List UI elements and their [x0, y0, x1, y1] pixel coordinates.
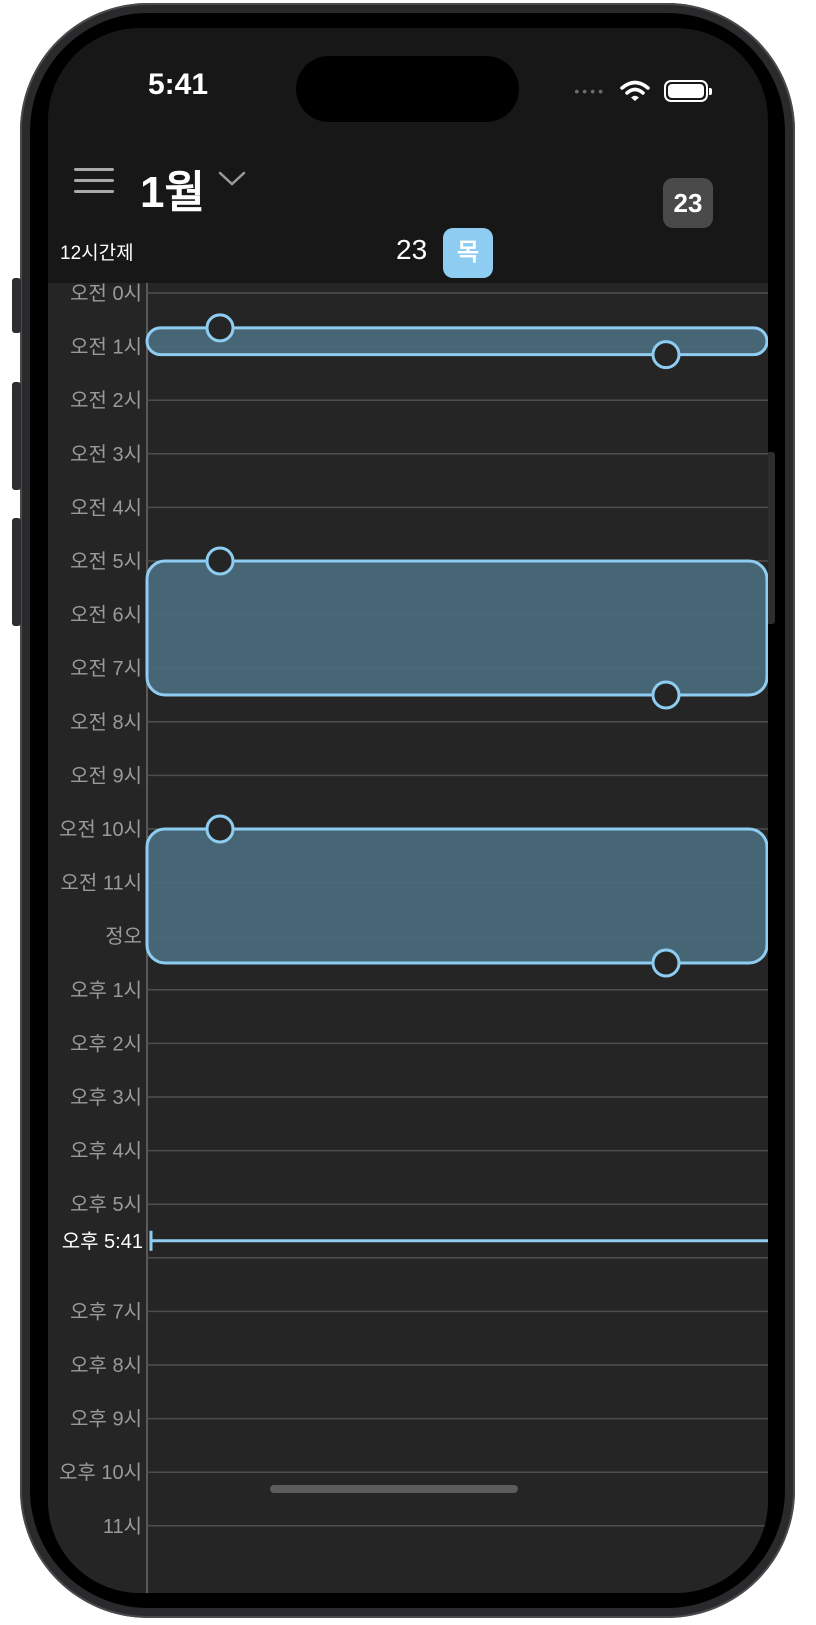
hour-label: 오전 11시: [60, 872, 142, 895]
hour-label: 오후 7시: [70, 1300, 142, 1323]
hour-label: 오전 6시: [70, 604, 142, 627]
dynamic-island: [296, 56, 519, 122]
event-end-handle[interactable]: [651, 680, 681, 710]
time-format-toggle[interactable]: 12시간제: [60, 238, 134, 265]
hour-label: 11시: [103, 1516, 142, 1538]
hour-label: 오후 5시: [70, 1193, 142, 1216]
hour-label: 오후 3시: [70, 1086, 142, 1109]
hour-label: 오후 9시: [70, 1408, 142, 1431]
hour-label: 오전 8시: [70, 711, 142, 734]
app-screen: 5:41 •••• 1월 23 12시간제 23 목 오전 0시 오전 1시 오전 …: [48, 28, 768, 1593]
chevron-down-icon[interactable]: [218, 168, 246, 188]
day-header: 12시간제 23 목: [48, 218, 768, 283]
hour-label: 오전 0시: [70, 283, 142, 305]
hour-label: 오후 1시: [70, 979, 142, 1002]
hour-label: 오후 2시: [70, 1032, 142, 1055]
hour-label: 오전 5시: [70, 550, 142, 573]
hour-label: 오전 1시: [70, 336, 142, 359]
hour-label: 오전 9시: [70, 764, 142, 787]
menu-icon[interactable]: [74, 168, 114, 194]
event-start-handle[interactable]: [205, 313, 235, 343]
event-start-handle[interactable]: [205, 546, 235, 576]
hour-label: 오전 7시: [70, 657, 142, 680]
event-block[interactable]: [145, 559, 768, 697]
volume-down-button: [12, 518, 21, 626]
hour-label: 오후 4시: [70, 1140, 142, 1163]
event-end-handle[interactable]: [651, 340, 681, 370]
weekday-badge[interactable]: 목: [443, 228, 493, 278]
hour-label: 오후 8시: [70, 1354, 142, 1377]
signal-icon: ••••: [574, 83, 606, 99]
app-header: 1월 23: [48, 138, 768, 228]
wifi-icon: [620, 80, 650, 101]
action-button: [12, 278, 21, 333]
timeline-canvas[interactable]: 오전 0시오전 1시오전 2시오전 3시오전 4시오전 5시오전 6시오전 7시…: [48, 283, 768, 1593]
month-title[interactable]: 1월: [140, 156, 205, 220]
current-time-label: 오후 5:41: [62, 1230, 143, 1253]
volume-up-button: [12, 382, 21, 490]
hour-label: 정오: [105, 925, 142, 948]
hour-label: 오후 10시: [59, 1461, 142, 1484]
hour-label: 오전 4시: [70, 496, 142, 519]
status-time: 5:41: [148, 68, 209, 101]
hour-label: 오전 10시: [59, 818, 142, 841]
hour-label: 오전 3시: [70, 443, 142, 466]
day-number: 23: [396, 234, 428, 265]
status-icons: ••••: [574, 76, 712, 106]
day-timeline[interactable]: 오전 0시오전 1시오전 2시오전 3시오전 4시오전 5시오전 6시오전 7시…: [48, 283, 768, 1593]
event-block[interactable]: [145, 827, 768, 965]
home-indicator: [270, 1485, 518, 1493]
event-start-handle[interactable]: [205, 814, 235, 844]
battery-icon: [664, 80, 712, 102]
event-end-handle[interactable]: [651, 948, 681, 978]
hour-label: 오전 2시: [70, 389, 142, 412]
